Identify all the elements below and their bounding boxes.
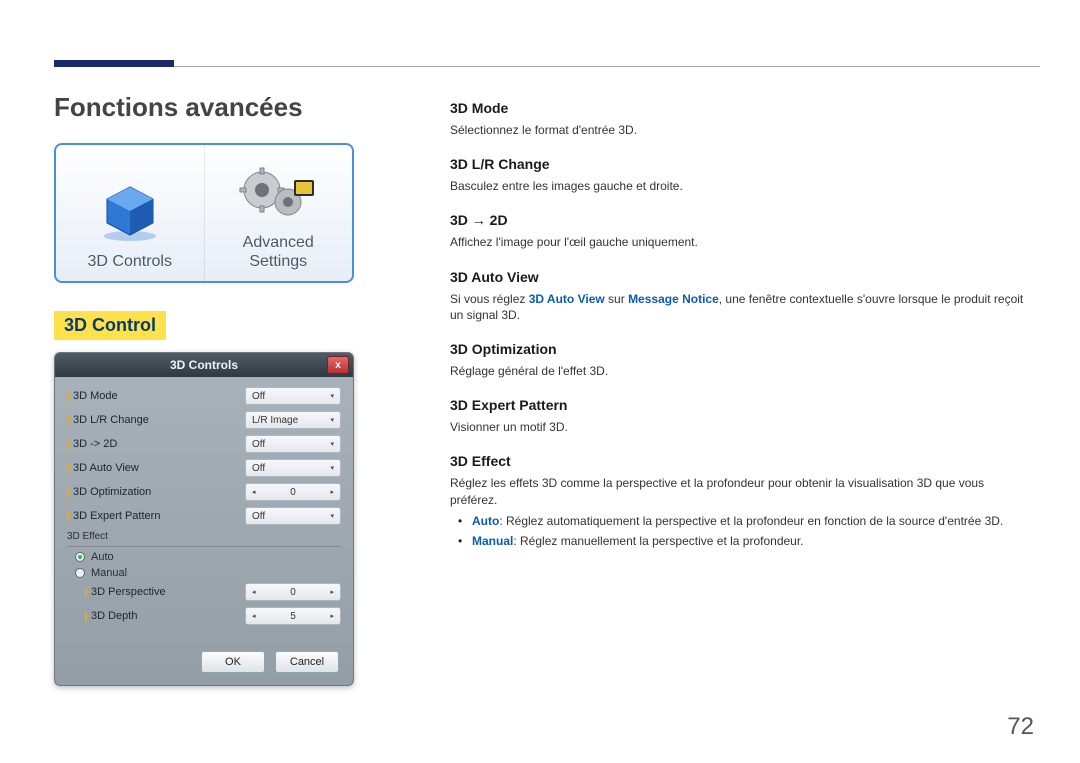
radio-label: Manual	[91, 567, 127, 579]
row-label: 3D Perspective	[91, 586, 166, 598]
page-number: 72	[1007, 713, 1034, 741]
row-label: 3D Depth	[91, 610, 137, 622]
row-3d-perspective: 3D Perspective ◂0▸	[85, 583, 341, 601]
panel-item-3d-controls[interactable]: 3D Controls	[56, 145, 205, 281]
heading-3d-auto-view: 3D Auto View	[450, 269, 1030, 285]
row-label: 3D Mode	[73, 390, 118, 402]
chevron-down-icon: ▾	[330, 392, 334, 400]
3d-controls-icon	[85, 177, 175, 247]
heading-3d-optimization: 3D Optimization	[450, 341, 1030, 357]
heading-3d-to-2d: 3D → 2D	[450, 212, 1030, 228]
chevron-down-icon: ▾	[330, 440, 334, 448]
text-3d-auto-view: Si vous réglez 3D Auto View sur Message …	[450, 291, 1030, 323]
row-label: 3D Auto View	[73, 462, 139, 474]
dialog-buttons: OK Cancel	[55, 641, 353, 685]
ok-button[interactable]: OK	[201, 651, 265, 673]
heading-3d-mode: 3D Mode	[450, 100, 1030, 116]
radio-icon	[75, 568, 85, 578]
row-3d-lr-change: 3D L/R Change L/R Image▾	[67, 411, 341, 429]
spinner-3d-depth[interactable]: ◂5▸	[245, 607, 341, 625]
list-item: Auto: Réglez automatiquement la perspect…	[472, 514, 1030, 528]
chevron-left-icon: ◂	[252, 612, 256, 620]
row-label: 3D L/R Change	[73, 414, 149, 426]
panel-item-advanced-settings[interactable]: Advanced Settings	[205, 145, 353, 281]
dropdown-3d-lr-change[interactable]: L/R Image▾	[245, 411, 341, 429]
advanced-settings-icon	[233, 158, 323, 228]
dialog-3d-controls: 3D Controls x 3D Mode Off▾ 3D L/R Change…	[54, 352, 354, 686]
text-3d-lr-change: Basculez entre les images gauche et droi…	[450, 178, 1030, 194]
radio-icon	[75, 552, 85, 562]
row-3d-expert-pattern: 3D Expert Pattern Off▾	[67, 507, 341, 525]
spinner-3d-optimization[interactable]: ◂0▸	[245, 483, 341, 501]
text-3d-to-2d: Affichez l'image pour l'œil gauche uniqu…	[450, 234, 1030, 250]
radio-manual[interactable]: Manual	[75, 567, 341, 579]
spinner-3d-perspective[interactable]: ◂0▸	[245, 583, 341, 601]
bullets-3d-effect: Auto: Réglez automatiquement la perspect…	[472, 514, 1030, 548]
row-label: 3D Expert Pattern	[73, 510, 160, 522]
row-label: 3D Optimization	[73, 486, 151, 498]
panel-item-label: 3D Controls	[88, 253, 172, 271]
row-3d-auto-view: 3D Auto View Off▾	[67, 459, 341, 477]
dropdown-3d-auto-view[interactable]: Off▾	[245, 459, 341, 477]
heading-3d-expert-pattern: 3D Expert Pattern	[450, 397, 1030, 413]
icons-panel: 3D Controls Advanced Settings	[54, 143, 354, 283]
row-3d-to-2d: 3D -> 2D Off▾	[67, 435, 341, 453]
chevron-right-icon: ▸	[330, 488, 334, 496]
dropdown-3d-expert-pattern[interactable]: Off▾	[245, 507, 341, 525]
header-rule	[54, 66, 1040, 67]
cancel-button[interactable]: Cancel	[275, 651, 339, 673]
radio-label: Auto	[91, 551, 114, 563]
left-column: Fonctions avancées 3D Controls	[54, 92, 354, 686]
dialog-titlebar: 3D Controls x	[55, 353, 353, 377]
chevron-down-icon: ▾	[330, 416, 334, 424]
section-label-3d-control: 3D Control	[54, 311, 166, 340]
row-3d-depth: 3D Depth ◂5▸	[85, 607, 341, 625]
dialog-title: 3D Controls	[170, 358, 238, 372]
row-3d-mode: 3D Mode Off▾	[67, 387, 341, 405]
chevron-down-icon: ▾	[330, 512, 334, 520]
page-title: Fonctions avancées	[54, 92, 354, 123]
chevron-left-icon: ◂	[252, 488, 256, 496]
chevron-left-icon: ◂	[252, 588, 256, 596]
dropdown-3d-mode[interactable]: Off▾	[245, 387, 341, 405]
chevron-down-icon: ▾	[330, 464, 334, 472]
text-3d-mode: Sélectionnez le format d'entrée 3D.	[450, 122, 1030, 138]
dialog-body: 3D Mode Off▾ 3D L/R Change L/R Image▾ 3D…	[55, 377, 353, 641]
list-item: Manual: Réglez manuellement la perspecti…	[472, 534, 1030, 548]
chevron-right-icon: ▸	[330, 612, 334, 620]
dropdown-3d-to-2d[interactable]: Off▾	[245, 435, 341, 453]
chevron-right-icon: ▸	[330, 588, 334, 596]
fieldset-label: 3D Effect	[67, 531, 341, 542]
text-3d-optimization: Réglage général de l'effet 3D.	[450, 363, 1030, 379]
heading-3d-lr-change: 3D L/R Change	[450, 156, 1030, 172]
close-icon[interactable]: x	[327, 356, 349, 374]
radio-auto[interactable]: Auto	[75, 551, 341, 563]
right-column: 3D Mode Sélectionnez le format d'entrée …	[450, 100, 1030, 562]
row-3d-optimization: 3D Optimization ◂0▸	[67, 483, 341, 501]
panel-item-label: Advanced Settings	[243, 234, 314, 271]
text-3d-expert-pattern: Visionner un motif 3D.	[450, 419, 1030, 435]
heading-3d-effect: 3D Effect	[450, 453, 1030, 469]
text-3d-effect: Réglez les effets 3D comme la perspectiv…	[450, 475, 1030, 507]
fieldset-3d-effect: 3D Effect Auto Manual 3D Perspective ◂0▸…	[67, 531, 341, 625]
row-label: 3D -> 2D	[73, 438, 117, 450]
